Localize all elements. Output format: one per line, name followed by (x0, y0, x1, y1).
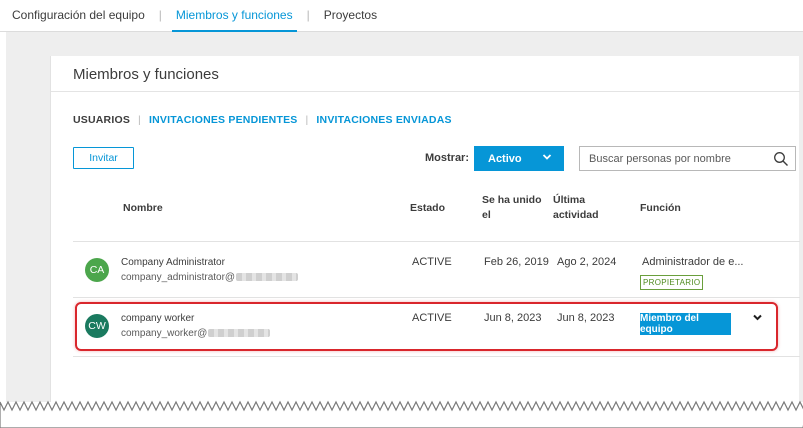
invite-button[interactable]: Invitar (73, 147, 134, 169)
status-value: ACTIVE (412, 256, 452, 268)
redacted-email-domain (236, 273, 299, 282)
tab-projects[interactable]: Proyectos (320, 0, 381, 31)
row-divider (73, 356, 800, 357)
chevron-down-icon (542, 154, 552, 160)
column-header-activity-line1: Última (553, 194, 586, 206)
column-header-activity-line2: actividad (553, 209, 599, 221)
status-filter-value: Activo (488, 152, 522, 165)
status-filter-select[interactable]: Activo (474, 146, 564, 171)
tab-separator: | (158, 8, 162, 22)
column-header-last-activity[interactable]: Última actividad (553, 193, 599, 223)
user-subtabs: USUARIOS | INVITACIONES PENDIENTES | INV… (73, 114, 452, 126)
tab-team-settings[interactable]: Configuración del equipo (8, 0, 149, 31)
subtab-pending-invitations[interactable]: INVITACIONES PENDIENTES (149, 114, 298, 126)
tab-separator: | (306, 8, 310, 22)
user-email: company_administrator@ (121, 272, 299, 283)
subtab-sent-invitations[interactable]: INVITACIONES ENVIADAS (316, 114, 451, 126)
column-header-joined[interactable]: Se ha unido el (482, 193, 542, 223)
joined-date: Feb 26, 2019 (484, 256, 549, 268)
search-icon[interactable] (773, 151, 789, 167)
tab-members-roles[interactable]: Miembros y funciones (171, 0, 297, 32)
subtab-separator: | (305, 114, 309, 126)
header-divider (73, 241, 800, 242)
user-email-text: company_administrator@ (121, 272, 236, 283)
column-header-status[interactable]: Estado (410, 201, 445, 216)
torn-edge-decoration (0, 400, 803, 428)
panel-title: Miembros y funciones (73, 66, 219, 83)
subtab-users[interactable]: USUARIOS (73, 114, 130, 126)
column-header-joined-line2: el (482, 209, 491, 221)
row-highlight-frame (75, 302, 778, 351)
user-name: Company Administrator (121, 257, 225, 268)
top-nav: Configuración del equipo | Miembros y fu… (0, 0, 803, 32)
column-header-name[interactable]: Nombre (123, 201, 163, 216)
panel-divider (51, 91, 800, 92)
last-activity-date: Ago 2, 2024 (557, 256, 617, 268)
search-input[interactable] (589, 152, 769, 165)
row-divider (73, 297, 800, 298)
column-header-role[interactable]: Función (640, 201, 681, 216)
column-header-joined-line1: Se ha unido (482, 194, 542, 206)
search-box[interactable] (579, 146, 796, 171)
owner-badge: PROPIETARIO (640, 275, 704, 290)
avatar: CA (85, 258, 109, 282)
role-text: Administrador de e... (642, 256, 744, 268)
subtab-separator: | (138, 114, 141, 126)
show-filter-label: Mostrar: (425, 152, 470, 164)
